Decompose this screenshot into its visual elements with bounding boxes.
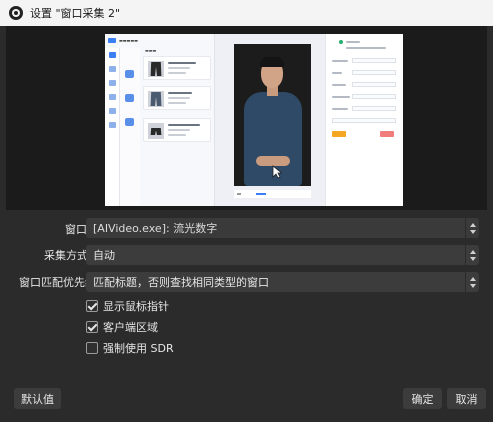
window-label: 窗口	[65, 223, 87, 236]
client-area-checkbox-row[interactable]: 客户端区域	[86, 319, 158, 335]
capture-method-value: 自动	[93, 249, 115, 262]
window-select[interactable]: [AIVideo.exe]: 流光数字	[86, 218, 479, 238]
obs-logo-icon	[9, 6, 23, 20]
window-match-select[interactable]: 匹配标题，否则查找相同类型的窗口	[86, 272, 479, 292]
title-bar: 设置 "窗口采集 2"	[0, 0, 493, 26]
show-cursor-checkbox[interactable]	[86, 300, 98, 312]
window-title: 设置 "窗口采集 2"	[30, 7, 121, 20]
properties-dialog: ▬▬▬▬▬ ▬▬▬ 窗口 [AIVideo.exe]: 流光数字 采集方式 自动…	[0, 26, 493, 422]
client-area-label: 客户端区域	[103, 321, 158, 334]
updown-arrow-icon	[465, 218, 479, 238]
mouse-cursor-icon	[272, 165, 282, 179]
client-area-checkbox[interactable]	[86, 321, 98, 333]
app-logo-icon	[108, 38, 116, 43]
preview-product-card	[143, 56, 211, 80]
updown-arrow-icon	[465, 272, 479, 292]
ok-button[interactable]: 确定	[403, 388, 442, 409]
defaults-button[interactable]: 默认值	[14, 388, 61, 409]
capture-method-label: 采集方式	[44, 249, 88, 262]
show-cursor-label: 显示鼠标指针	[103, 300, 169, 313]
status-dot-icon	[339, 40, 343, 44]
force-sdr-checkbox[interactable]	[86, 342, 98, 354]
preview-product-card	[143, 86, 211, 110]
force-sdr-label: 强制使用 SDR	[103, 342, 174, 355]
cancel-button[interactable]: 取消	[447, 388, 486, 409]
source-preview: ▬▬▬▬▬ ▬▬▬	[6, 26, 487, 210]
capture-method-select[interactable]: 自动	[86, 245, 479, 265]
window-select-value: [AIVideo.exe]: 流光数字	[93, 222, 218, 235]
show-cursor-checkbox-row[interactable]: 显示鼠标指针	[86, 298, 169, 314]
preview-product-card	[143, 118, 211, 142]
window-match-value: 匹配标题，否则查找相同类型的窗口	[93, 276, 269, 289]
updown-arrow-icon	[465, 245, 479, 265]
captured-window-preview: ▬▬▬▬▬ ▬▬▬	[105, 34, 403, 206]
force-sdr-checkbox-row[interactable]: 强制使用 SDR	[86, 340, 174, 356]
window-match-label: 窗口匹配优先级	[19, 276, 96, 289]
